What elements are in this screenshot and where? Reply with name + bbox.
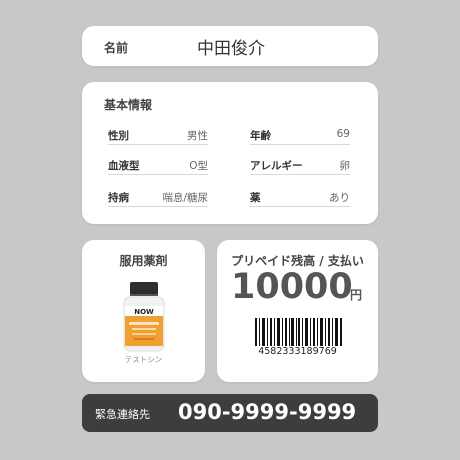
- prepaid-amount: 10000: [231, 267, 353, 307]
- field-label: 年齢: [250, 130, 271, 142]
- barcode-number: 4582333189769: [258, 346, 337, 357]
- field-label: 性別: [108, 130, 129, 142]
- name-label: 名前: [104, 41, 129, 55]
- field-allergy: アレルギー 卵: [250, 156, 350, 175]
- field-value: 男性: [187, 130, 208, 142]
- field-label: アレルギー: [250, 160, 303, 172]
- medication-title: 服用薬剤: [119, 254, 168, 268]
- medicine-bottle-image: NOW: [123, 282, 165, 352]
- field-value: 卵: [339, 160, 351, 172]
- field-value: あり: [329, 192, 350, 204]
- bottle-brand: NOW: [134, 308, 154, 316]
- prepaid-card[interactable]: プリペイド残高 / 支払い 10000 円 4582333189769: [217, 240, 378, 382]
- field-age: 年齢 69: [250, 126, 350, 145]
- field-chronic-disease: 持病 喘息/糖尿: [108, 188, 208, 207]
- basic-info-card: 基本情報 性別 男性 年齢 69 血液型 O型 アレルギー 卵 持病 喘息/糖尿…: [82, 82, 378, 224]
- field-value: 69: [336, 128, 350, 140]
- emergency-phone-number[interactable]: 090-9999-9999: [178, 400, 356, 424]
- currency-unit: 円: [350, 288, 363, 302]
- barcode-icon: [255, 318, 342, 346]
- medication-card[interactable]: 服用薬剤 NOW テストシン: [82, 240, 205, 382]
- emergency-contact-label: 緊急連絡先: [95, 408, 150, 421]
- field-label: 血液型: [108, 160, 140, 172]
- field-value: 喘息/糖尿: [162, 192, 208, 204]
- medication-caption: テストシン: [124, 355, 163, 364]
- field-label: 薬: [250, 192, 261, 204]
- emergency-contact-bar[interactable]: 緊急連絡先 090-9999-9999: [82, 394, 378, 432]
- basic-info-title: 基本情報: [104, 98, 153, 112]
- field-blood-type: 血液型 O型: [108, 156, 208, 175]
- field-label: 持病: [108, 192, 129, 204]
- name-card: 名前 中田俊介: [82, 26, 378, 66]
- field-gender: 性別 男性: [108, 126, 208, 145]
- field-medicine: 薬 あり: [250, 188, 350, 207]
- field-value: O型: [189, 160, 208, 172]
- name-value: 中田俊介: [197, 39, 265, 59]
